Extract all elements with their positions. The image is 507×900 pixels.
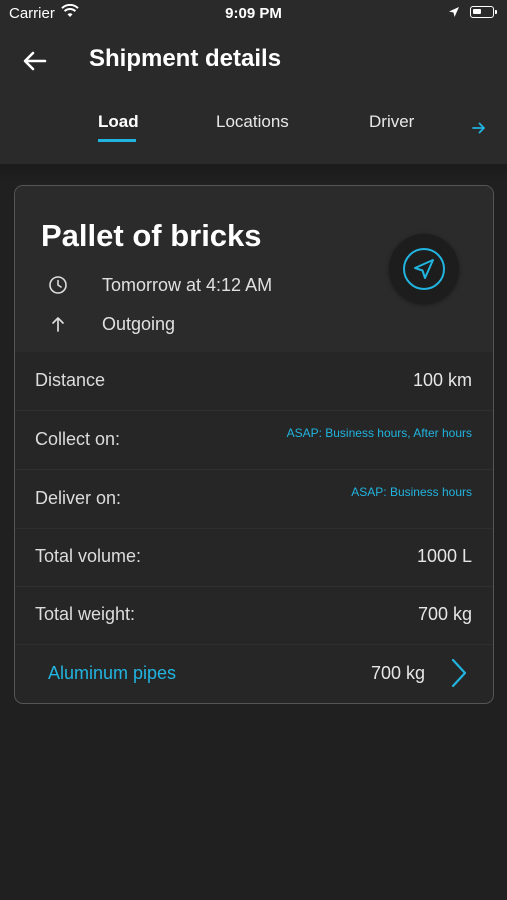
deliver-row: Deliver on: ASAP: Business hours bbox=[15, 470, 493, 528]
arrow-left-icon bbox=[23, 51, 47, 71]
item-weight: 700 kg bbox=[370, 663, 425, 683]
distance-value: 100 km bbox=[412, 370, 472, 390]
collect-row: Collect on: ASAP: Business hours, After … bbox=[15, 411, 493, 469]
active-tab-indicator bbox=[98, 139, 136, 142]
weight-value: 700 kg bbox=[417, 604, 472, 624]
status-bar: Carrier 9:09 PM bbox=[0, 0, 507, 28]
weight-row: Total weight: 700 kg bbox=[15, 586, 493, 644]
appbar-shadow bbox=[0, 164, 507, 182]
arrow-up-icon bbox=[47, 313, 69, 335]
tab-load[interactable]: Load bbox=[98, 112, 139, 132]
deliver-label: Deliver on: bbox=[35, 488, 122, 508]
status-time: 9:09 PM bbox=[225, 5, 282, 22]
deliver-value: ASAP: Business hours bbox=[351, 485, 472, 499]
volume-row: Total volume: 1000 L bbox=[15, 528, 493, 586]
collect-value: ASAP: Business hours, After hours bbox=[286, 426, 472, 440]
arrow-right-icon bbox=[472, 122, 485, 134]
navigate-button[interactable] bbox=[389, 234, 459, 304]
tab-bar: Load Locations Driver bbox=[0, 112, 507, 152]
weight-label: Total weight: bbox=[35, 604, 136, 624]
distance-label: Distance bbox=[35, 370, 106, 390]
volume-value: 1000 L bbox=[416, 546, 472, 566]
card-header: Pallet of bricks Tomorrow at 4:12 AM Out… bbox=[15, 186, 493, 352]
battery-icon bbox=[470, 6, 497, 18]
back-button[interactable] bbox=[20, 46, 50, 76]
volume-label: Total volume: bbox=[35, 546, 142, 566]
location-arrow-icon bbox=[448, 5, 460, 22]
tabs-more-button[interactable] bbox=[471, 120, 487, 141]
direction-label: Outgoing bbox=[102, 314, 176, 334]
shipment-card: Pallet of bricks Tomorrow at 4:12 AM Out… bbox=[14, 185, 494, 704]
page-title: Shipment details bbox=[89, 45, 282, 72]
load-title: Pallet of bricks bbox=[41, 218, 262, 253]
item-name: Aluminum pipes bbox=[48, 663, 177, 683]
app-bar: Shipment details Load Locations Driver bbox=[0, 28, 507, 164]
tab-locations[interactable]: Locations bbox=[216, 112, 289, 132]
tab-driver[interactable]: Driver bbox=[369, 112, 414, 132]
item-row-aluminum-pipes[interactable]: Aluminum pipes 700 kg bbox=[15, 644, 493, 702]
chevron-right-icon bbox=[449, 658, 469, 693]
collect-label: Collect on: bbox=[35, 429, 121, 449]
navigation-arrow-icon bbox=[403, 248, 445, 290]
clock-icon bbox=[47, 274, 69, 296]
pickup-time: Tomorrow at 4:12 AM bbox=[102, 275, 273, 295]
distance-row: Distance 100 km bbox=[15, 352, 493, 410]
